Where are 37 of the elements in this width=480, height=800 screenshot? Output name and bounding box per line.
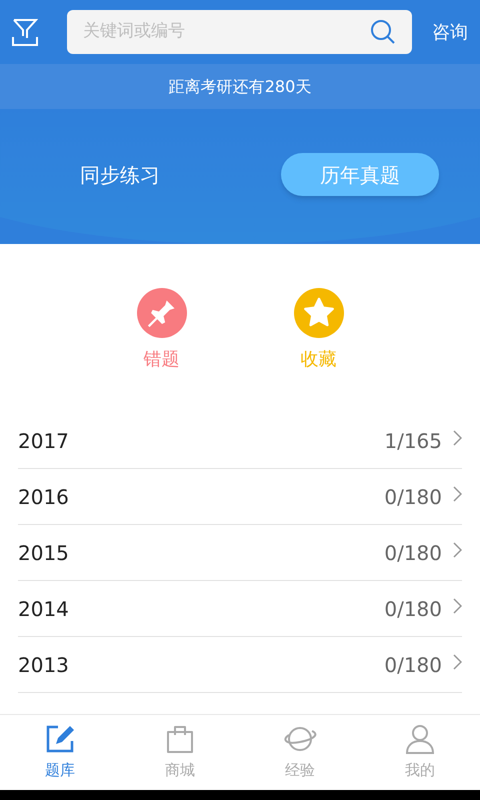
user-icon <box>404 723 436 756</box>
year-label: 2013 <box>18 652 70 678</box>
countdown-banner: 距离考研还有280天 <box>0 64 480 109</box>
nav-tab[interactable]: 我的 <box>360 715 480 790</box>
year-label: 2015 <box>18 540 70 566</box>
chevron-right-icon <box>452 430 462 446</box>
chevron-right-icon <box>452 598 462 614</box>
shortcut-label: 错题 <box>144 348 180 372</box>
year-row[interactable]: 2015 0/180 <box>18 525 462 581</box>
year-row[interactable]: 2014 0/180 <box>18 581 462 637</box>
chevron-right-icon <box>452 542 462 558</box>
progress-count: 0/180 <box>384 652 442 678</box>
search-icon[interactable] <box>370 19 396 45</box>
year-row[interactable]: 2016 0/180 <box>18 469 462 525</box>
tab[interactable]: 历年真题 <box>281 153 439 196</box>
year-label: 2014 <box>18 596 70 622</box>
shortcut-button[interactable]: 错题 <box>136 288 186 373</box>
edit-icon <box>44 723 76 756</box>
tab[interactable]: 同步练习 <box>41 153 199 196</box>
chevron-right-icon <box>452 486 462 502</box>
nav-tab[interactable]: 经验 <box>240 715 360 790</box>
year-label: 2017 <box>18 428 70 454</box>
nav-tab[interactable]: 题库 <box>0 715 120 790</box>
nav-tab[interactable]: 商城 <box>120 715 240 790</box>
filter-icon[interactable] <box>12 17 38 47</box>
year-label: 2016 <box>18 484 70 510</box>
progress-count: 1/165 <box>384 428 442 454</box>
progress-count: 0/180 <box>384 540 442 566</box>
year-row[interactable]: 2013 0/180 <box>18 637 462 693</box>
chevron-right-icon <box>452 654 462 670</box>
consult-button[interactable]: 咨询 <box>432 18 468 46</box>
bag-icon <box>164 723 196 756</box>
shortcut-label: 收藏 <box>300 348 336 372</box>
pin-icon <box>136 288 186 338</box>
year-row[interactable]: 2017 1/165 <box>18 413 462 469</box>
progress-count: 0/180 <box>384 596 442 622</box>
progress-count: 0/180 <box>384 484 442 510</box>
